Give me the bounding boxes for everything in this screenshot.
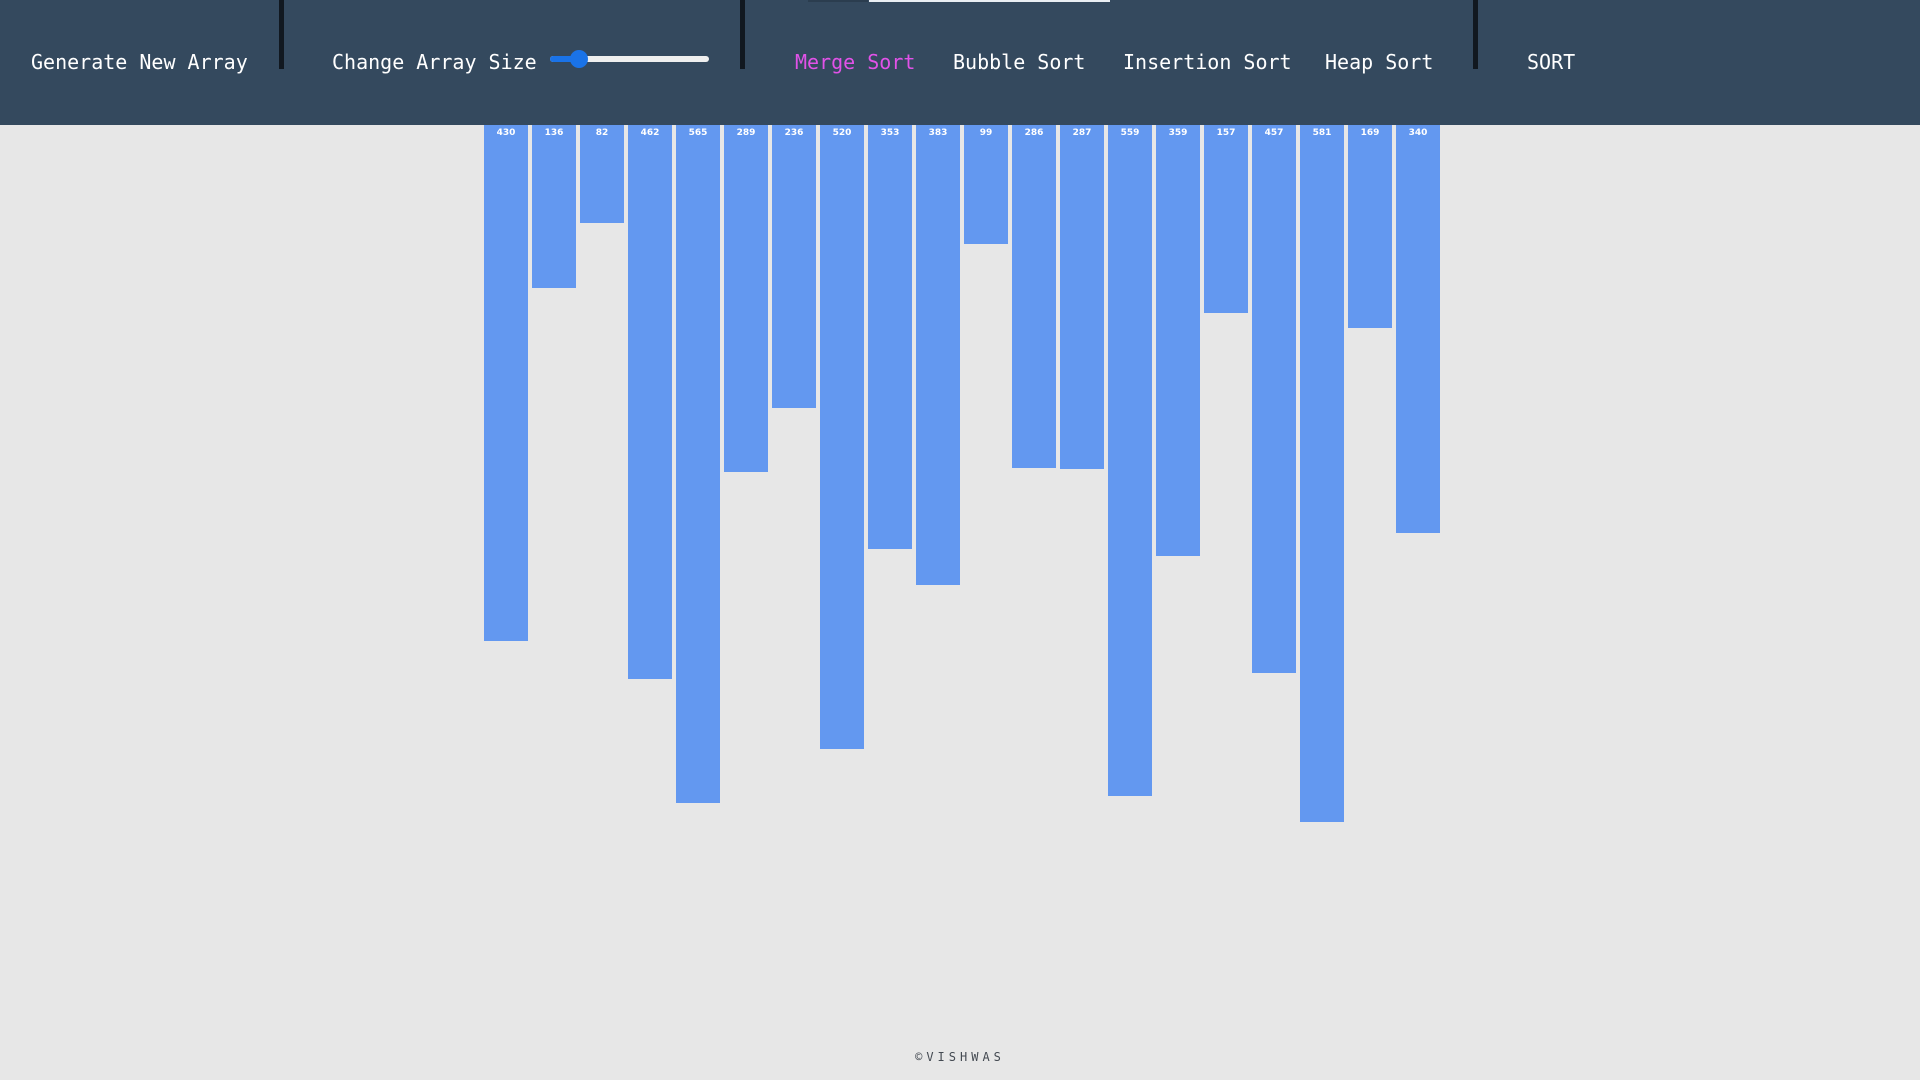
array-bar-value: 99 [979, 128, 993, 138]
array-bar-value: 581 [1312, 128, 1332, 138]
array-bar: 565 [676, 125, 720, 803]
array-bar-value: 559 [1120, 128, 1140, 138]
array-bar: 359 [1156, 125, 1200, 556]
array-bar: 462 [628, 125, 672, 679]
array-bar: 430 [484, 125, 528, 641]
array-bar: 289 [724, 125, 768, 472]
array-bar-value: 340 [1408, 128, 1428, 138]
array-bar: 236 [772, 125, 816, 408]
array-bar: 353 [868, 125, 912, 549]
array-bar-value: 353 [880, 128, 900, 138]
array-bar-value: 457 [1264, 128, 1284, 138]
array-bar: 287 [1060, 125, 1104, 469]
navbar-divider [279, 0, 284, 69]
array-bar-value: 169 [1360, 128, 1380, 138]
array-bar: 581 [1300, 125, 1344, 822]
array-bar: 99 [964, 125, 1008, 244]
footer-copyright: ©VISHWAS [915, 1050, 1005, 1064]
merge-sort-button[interactable]: Merge Sort [795, 0, 915, 125]
array-bar: 457 [1252, 125, 1296, 673]
array-bar: 383 [916, 125, 960, 585]
navbar: Generate New Array Change Array Size Mer… [0, 0, 1920, 125]
array-bar: 520 [820, 125, 864, 749]
array-bar-value: 157 [1216, 128, 1236, 138]
array-bar-value: 289 [736, 128, 756, 138]
array-bar: 286 [1012, 125, 1056, 468]
array-bar-value: 82 [595, 128, 609, 138]
array-bar: 82 [580, 125, 624, 223]
navbar-divider [1473, 0, 1478, 69]
array-bar-value: 236 [784, 128, 804, 138]
slider-thumb[interactable] [570, 50, 588, 68]
generate-new-array-button[interactable]: Generate New Array [31, 0, 248, 125]
heap-sort-button[interactable]: Heap Sort [1325, 0, 1433, 125]
array-bar-value: 462 [640, 128, 660, 138]
array-size-slider[interactable] [550, 50, 709, 68]
array-bar: 559 [1108, 125, 1152, 796]
array-bar-value: 287 [1072, 128, 1092, 138]
array-bar: 169 [1348, 125, 1392, 328]
array-bar-value: 520 [832, 128, 852, 138]
navbar-divider [740, 0, 745, 69]
array-bar: 157 [1204, 125, 1248, 313]
array-bar-value: 430 [496, 128, 516, 138]
bubble-sort-button[interactable]: Bubble Sort [953, 0, 1085, 125]
array-bar-value: 383 [928, 128, 948, 138]
array-bar-value: 136 [544, 128, 564, 138]
insertion-sort-button[interactable]: Insertion Sort [1123, 0, 1292, 125]
array-bar: 136 [532, 125, 576, 288]
array-bar: 340 [1396, 125, 1440, 533]
array-bars-container: 430 136 82 462 565 289 236 520 353 383 99 286 287 559… [0, 125, 1920, 885]
array-bar-value: 565 [688, 128, 708, 138]
sort-button[interactable]: SORT [1527, 0, 1575, 125]
array-bar-value: 286 [1024, 128, 1044, 138]
array-bar-value: 359 [1168, 128, 1188, 138]
change-array-size-label: Change Array Size [332, 50, 537, 74]
